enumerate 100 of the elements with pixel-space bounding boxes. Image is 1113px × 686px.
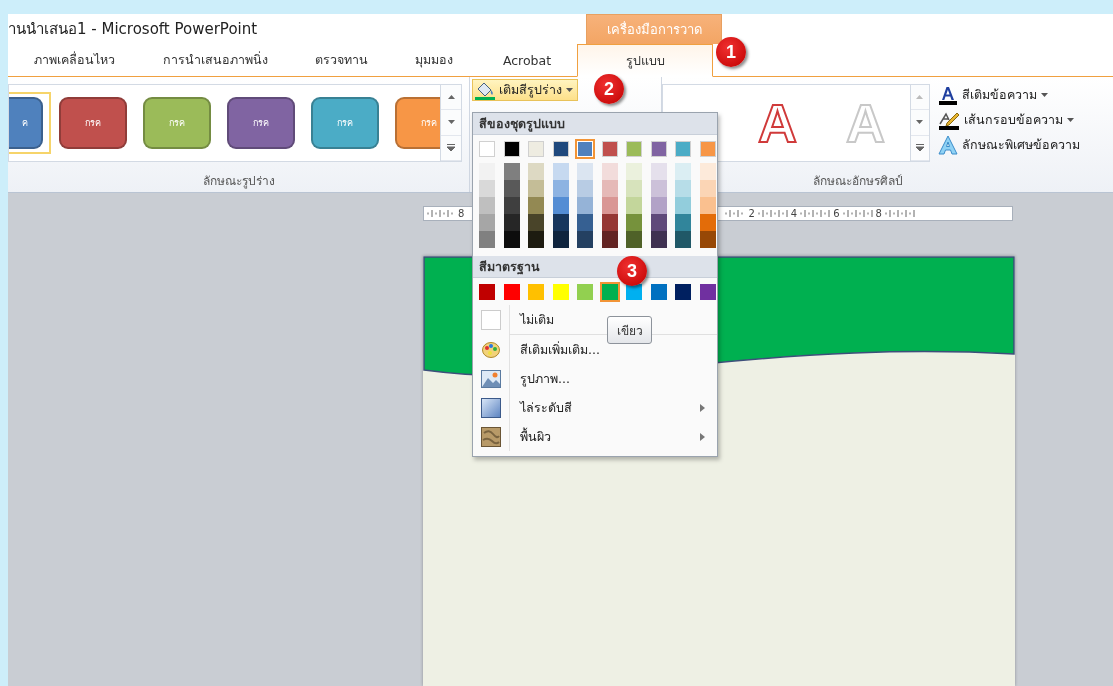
color-swatch[interactable]	[626, 163, 642, 180]
color-swatch[interactable]	[503, 163, 520, 180]
up-arrow-icon	[916, 95, 924, 100]
color-swatch[interactable]	[479, 284, 495, 300]
color-swatch[interactable]	[479, 163, 495, 180]
color-swatch[interactable]	[626, 197, 642, 214]
color-swatch[interactable]	[601, 214, 618, 231]
expand-icon	[915, 144, 924, 152]
text-format-button[interactable]: สีเติมข้อความ	[936, 84, 1082, 106]
color-swatch[interactable]	[601, 163, 618, 180]
color-swatch[interactable]	[675, 214, 691, 231]
color-swatch[interactable]	[650, 231, 667, 248]
color-swatch[interactable]	[552, 231, 569, 248]
color-swatch[interactable]	[650, 163, 667, 180]
color-swatch[interactable]	[552, 214, 569, 231]
color-swatch[interactable]	[675, 197, 691, 214]
color-swatch[interactable]	[626, 231, 642, 248]
color-swatch[interactable]	[675, 180, 691, 197]
color-swatch[interactable]	[650, 180, 667, 197]
up-arrow-icon	[447, 95, 455, 100]
ruler-number: 2	[748, 208, 755, 219]
color-swatch[interactable]	[577, 284, 593, 300]
color-swatch[interactable]	[577, 231, 593, 248]
text-format-button[interactable]: ลักษณะพิเศษข้อความ	[936, 134, 1082, 156]
text-format-button[interactable]: เส้นกรอบข้อความ	[936, 109, 1082, 131]
color-swatch[interactable]	[479, 180, 495, 197]
color-swatch[interactable]	[503, 231, 520, 248]
color-swatch[interactable]	[675, 231, 691, 248]
color-swatch[interactable]	[626, 214, 642, 231]
color-swatch[interactable]	[601, 180, 618, 197]
text-fill-icon	[938, 85, 958, 105]
picture-icon	[481, 369, 501, 388]
empty-swatch-icon	[481, 309, 501, 330]
color-swatch[interactable]	[577, 180, 593, 197]
wordart-style-option[interactable]: A	[733, 96, 822, 150]
ribbon-tab[interactable]: ตรวจทาน	[291, 44, 391, 76]
expand-icon	[447, 144, 455, 152]
color-swatch[interactable]	[699, 163, 716, 180]
color-swatch[interactable]	[675, 163, 691, 180]
ribbon-tab[interactable]: การนำเสนอภาพนิ่ง	[140, 44, 291, 76]
color-swatch[interactable]	[699, 180, 716, 197]
menu-item[interactable]: ไล่ระดับสี	[473, 393, 717, 422]
group-label: ลักษณะอักษรศิลป์	[811, 172, 904, 190]
more-button[interactable]	[441, 135, 461, 161]
color-swatch[interactable]	[601, 284, 618, 300]
menu-item[interactable]: รูปภาพ...	[473, 364, 717, 393]
ruler-tick-marks	[799, 210, 832, 217]
color-swatch[interactable]	[528, 197, 544, 214]
color-swatch[interactable]	[479, 197, 495, 214]
color-swatch[interactable]	[503, 284, 520, 300]
color-swatch[interactable]	[503, 180, 520, 197]
ribbon-tab[interactable]: ภาพเคลื่อนไหว	[8, 44, 140, 76]
color-swatch[interactable]	[552, 197, 569, 214]
color-swatch[interactable]	[699, 197, 716, 214]
color-swatch[interactable]	[626, 284, 642, 300]
ribbon-tab[interactable]: รูปแบบ	[577, 44, 713, 77]
color-swatch[interactable]	[650, 284, 667, 300]
color-swatch[interactable]	[577, 197, 593, 214]
color-swatch[interactable]	[528, 214, 544, 231]
ribbon-tab[interactable]: มุมมอง	[391, 44, 477, 76]
ruler-tick-marks	[756, 210, 789, 217]
color-swatch[interactable]	[503, 214, 520, 231]
texture-swatch-icon	[481, 426, 501, 447]
more-button[interactable]	[910, 135, 929, 161]
ribbon-tab[interactable]: Acrobat	[477, 44, 577, 76]
color-swatch[interactable]	[675, 284, 691, 300]
ruler-tick-marks	[883, 210, 916, 217]
color-swatch[interactable]	[699, 214, 716, 231]
color-swatch[interactable]	[650, 197, 667, 214]
color-swatch[interactable]	[528, 231, 544, 248]
ruler-number: 6	[833, 208, 840, 219]
color-swatch[interactable]	[528, 163, 544, 180]
shape-fill-button[interactable]: เติมสีรูปร่าง	[472, 79, 578, 101]
palette-icon	[482, 341, 500, 358]
ruler-number: 8	[458, 208, 465, 219]
scroll-up-button[interactable]	[441, 85, 461, 111]
color-swatch[interactable]	[601, 231, 618, 248]
window-title: านนำเสนอ1 - Microsoft PowerPoint	[8, 19, 259, 40]
color-swatch[interactable]	[479, 214, 495, 231]
color-swatch[interactable]	[552, 180, 569, 197]
color-swatch[interactable]	[503, 197, 520, 214]
shape-style-option[interactable]: ค	[9, 92, 51, 154]
color-swatch[interactable]	[650, 214, 667, 231]
ruler-number: 4	[790, 208, 798, 219]
color-swatch[interactable]	[528, 180, 544, 197]
color-swatch[interactable]	[601, 197, 618, 214]
scroll-down-button[interactable]	[441, 110, 461, 136]
tooltip: เขียว	[607, 316, 652, 344]
color-swatch[interactable]	[699, 231, 716, 248]
color-swatch[interactable]	[626, 180, 642, 197]
color-swatch[interactable]	[552, 163, 569, 180]
color-swatch[interactable]	[699, 284, 716, 300]
scroll-down-button[interactable]	[910, 110, 929, 136]
glowing-letter-icon	[938, 135, 958, 155]
scroll-up-button[interactable]	[910, 85, 929, 111]
color-swatch[interactable]	[577, 163, 593, 180]
color-swatch[interactable]	[479, 231, 495, 248]
color-swatch[interactable]	[577, 214, 593, 231]
contextual-tab-header: เครื่องมือการวาด	[586, 14, 722, 44]
menu-item[interactable]: พื้นผิว	[473, 422, 717, 451]
